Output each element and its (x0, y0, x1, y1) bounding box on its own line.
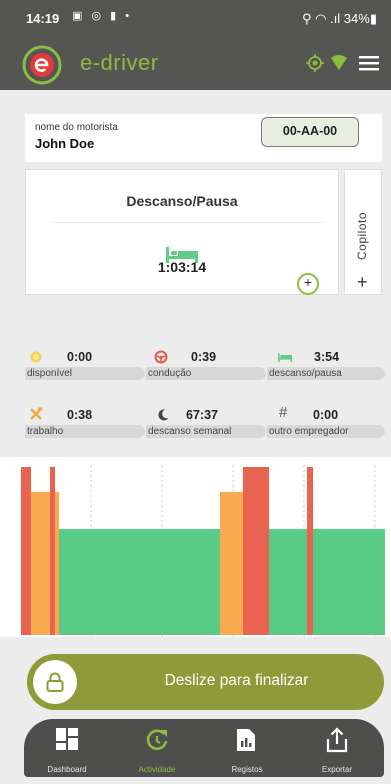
tools-icon (30, 407, 43, 420)
stat-label: condução (146, 367, 266, 380)
stat-value: 0:00 (313, 408, 339, 422)
driving-segment (307, 467, 313, 635)
add-copilot-button[interactable]: + (357, 273, 368, 291)
copilot-panel[interactable]: Copiloto + (344, 169, 382, 295)
hour-label: 11 (128, 636, 137, 637)
stat-weekly-rest: 67:37 descanso semanal (146, 408, 266, 448)
stat-label: descanso/pausa (267, 367, 385, 380)
work-segment (220, 492, 243, 635)
wifi-icon[interactable] (331, 55, 347, 71)
work-segment (55, 492, 59, 635)
bed-icon (278, 353, 292, 362)
status-system-icons: ⚲ ◠ .ıl 34%▮ (302, 11, 377, 26)
rest-segment (313, 529, 385, 635)
hour-label: 14 (340, 636, 349, 637)
status-time: 14:19 (26, 11, 60, 26)
nav-label: Exportar (321, 765, 353, 774)
rest-segment (59, 529, 220, 635)
work-segment (31, 492, 50, 635)
stat-work: 0:38 trabalho (25, 407, 145, 448)
nav-records[interactable]: Registos (207, 719, 287, 777)
app-name: e-driver (80, 50, 159, 75)
slide-to-finish[interactable]: Deslize para finalizar (27, 654, 384, 710)
report-icon (237, 729, 255, 751)
app-logo-icon (22, 45, 62, 85)
sun-icon (30, 351, 42, 363)
divider (54, 222, 322, 223)
nav-label: Actividade (138, 765, 176, 774)
nav-label: Registos (231, 765, 263, 774)
activity-timer: 1:03:14 (157, 259, 207, 275)
slider-label: Deslize para finalizar (164, 672, 309, 689)
nav-activity[interactable]: Actividade (117, 719, 197, 777)
menu-icon[interactable] (358, 53, 380, 73)
driver-name: John Doe (35, 136, 95, 151)
bottom-navigation: Dashboard Actividade Registos Exportar (24, 719, 384, 777)
nav-export[interactable]: Exportar (297, 719, 377, 777)
notification-icons: ▣ ◎ ▮ • (72, 10, 133, 22)
driving-segment (50, 467, 55, 635)
stat-label: descanso semanal (146, 425, 266, 438)
activity-timeline: 10 11 12 13 14 (0, 457, 391, 637)
moon-icon (158, 409, 169, 421)
steering-wheel-icon (154, 350, 168, 364)
activity-title: Descanso/Pausa (126, 193, 238, 209)
add-activity-button[interactable]: + (297, 273, 319, 295)
stat-label: outro empregador (267, 425, 385, 438)
hash-icon: # (279, 404, 288, 421)
slider-handle[interactable] (33, 660, 77, 704)
stat-value: 0:38 (67, 408, 93, 422)
nav-dashboard[interactable]: Dashboard (27, 719, 107, 777)
stat-value: 0:00 (67, 350, 93, 364)
activity-icon (146, 729, 168, 751)
stat-driving: 0:39 condução (146, 350, 266, 390)
driver-name-label: nome do motorista (35, 122, 118, 133)
stat-label: disponível (25, 367, 145, 380)
hour-label: 10 (62, 636, 71, 637)
copilot-label: Copiloto (355, 211, 369, 260)
rest-segment (269, 529, 307, 635)
status-bar: 14:19 ▣ ◎ ▮ • ⚲ ◠ .ıl 34%▮ (0, 0, 391, 36)
stat-value: 0:39 (191, 350, 217, 364)
driver-card: nome do motorista John Doe 00-AA-00 (25, 114, 382, 162)
driving-segment (21, 467, 31, 635)
stat-other-employer: # 0:00 outro empregador (267, 404, 385, 448)
current-activity-card: Descanso/Pausa 1:03:14 + (25, 169, 339, 295)
hour-label: 12 (199, 636, 208, 637)
stat-rest: 3:54 descanso/pausa (267, 350, 385, 390)
stat-value: 67:37 (186, 408, 218, 422)
stat-available: 0:00 disponível (25, 350, 145, 390)
stat-value: 3:54 (314, 350, 340, 364)
driving-segment (243, 467, 269, 635)
dashboard-icon (56, 728, 78, 750)
app-bar: e-driver (0, 36, 391, 90)
lock-icon (46, 672, 64, 692)
vehicle-plate-button[interactable]: 00-AA-00 (261, 117, 359, 147)
nav-label: Dashboard (47, 765, 87, 774)
location-icon[interactable] (305, 53, 325, 73)
stat-label: trabalho (25, 425, 145, 438)
hour-label: 13 (270, 636, 279, 637)
export-icon (326, 727, 348, 753)
